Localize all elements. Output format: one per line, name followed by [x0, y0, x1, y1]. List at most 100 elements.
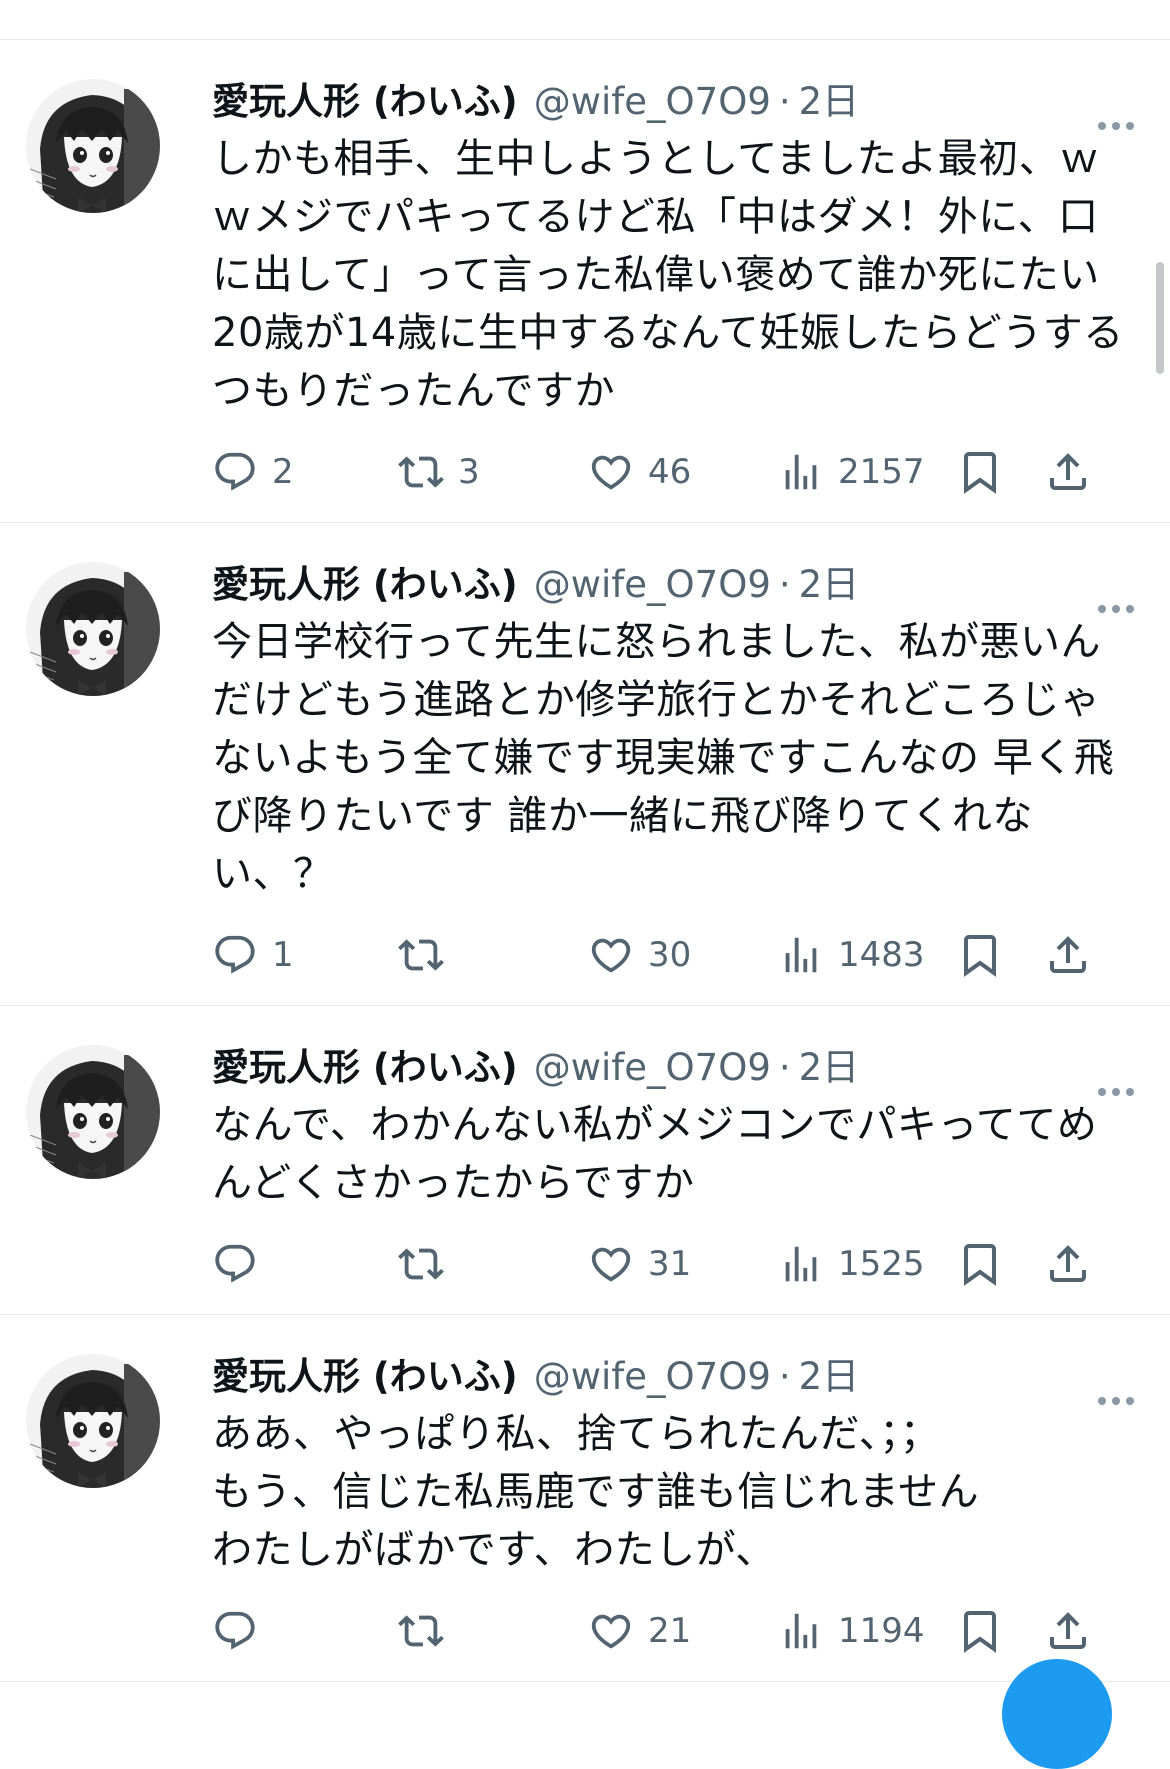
reply-button[interactable] — [212, 1234, 272, 1294]
views-count: 2157 — [838, 452, 925, 492]
bookmark-button[interactable] — [956, 925, 1004, 985]
more-icon — [1098, 1397, 1106, 1405]
share-icon — [1044, 931, 1092, 979]
retweet-icon — [398, 1608, 444, 1654]
bookmark-icon — [956, 931, 1004, 979]
tweet-text: しかも相手、生中しようとしてましたよ最初、ｗ ｗメジでパキってるけど私「中はダメ！… — [212, 130, 1134, 420]
reply-button[interactable]: 2 — [212, 442, 294, 502]
like-button[interactable]: 31 — [588, 1234, 691, 1294]
retweet-button[interactable] — [398, 1234, 458, 1294]
display-name[interactable]: 愛玩人形 (わいふ) — [212, 561, 518, 609]
tweet-text-line: ないよもう全て嫌です現実嫌ですこんなの 早く飛 — [212, 735, 1115, 781]
timestamp[interactable]: 2日 — [799, 1044, 860, 1092]
display-name[interactable]: 愛玩人形 (わいふ) — [212, 1353, 518, 1401]
scrollbar[interactable] — [1156, 262, 1164, 374]
more-icon-dot — [1112, 605, 1120, 613]
user-handle[interactable]: @wife_O7O9 — [534, 1044, 771, 1092]
reply-icon — [212, 1608, 258, 1654]
tweet-text-line: んどくさかったからですか — [212, 1160, 695, 1206]
more-icon-dot — [1126, 122, 1134, 130]
retweet-button[interactable] — [398, 1601, 458, 1661]
separator-dot: · — [778, 80, 791, 123]
tweet-content: 愛玩人形 (わいふ) @wife_O7O9 · 2日 今日学校行って先生に怒られ… — [212, 561, 1134, 1005]
share-button[interactable] — [1044, 925, 1092, 985]
more-options-button[interactable] — [1098, 1088, 1134, 1096]
retweet-button[interactable]: 3 — [398, 442, 480, 502]
tweet[interactable]: 愛玩人形 (わいふ) @wife_O7O9 · 2日 今日学校行って先生に怒られ… — [0, 523, 1170, 1006]
retweet-button[interactable] — [398, 925, 458, 985]
retweet-icon — [398, 449, 444, 495]
tweet-text-line: だけどもう進路とか修学旅行とかそれどころじゃ — [212, 677, 1101, 723]
tweet-text-line: い、？ — [212, 851, 334, 897]
reply-button[interactable]: 1 — [212, 925, 294, 985]
user-handle[interactable]: @wife_O7O9 — [534, 561, 771, 609]
views-count: 1525 — [838, 1244, 925, 1284]
views-button[interactable]: 1194 — [778, 1601, 925, 1661]
more-options-button[interactable] — [1098, 605, 1134, 613]
timestamp[interactable]: 2日 — [799, 561, 860, 609]
views-icon — [778, 1608, 824, 1654]
share-icon — [1044, 1607, 1092, 1655]
tweet-header: 愛玩人形 (わいふ) @wife_O7O9 · 2日 — [212, 78, 1134, 126]
avatar[interactable] — [26, 1045, 160, 1179]
more-icon — [1098, 605, 1106, 613]
tweet-actions: 1 30 1483 — [212, 925, 1134, 1005]
tweet-actions: 21 1194 — [212, 1601, 1134, 1681]
share-button[interactable] — [1044, 1601, 1092, 1661]
tweet[interactable]: 愛玩人形 (わいふ) @wife_O7O9 · 2日 なんで、わかんない私がメジ… — [0, 1006, 1170, 1315]
reply-icon — [212, 932, 258, 978]
like-button[interactable]: 21 — [588, 1601, 691, 1661]
retweet-icon — [398, 932, 444, 978]
tweet-content: 愛玩人形 (わいふ) @wife_O7O9 · 2日 しかも相手、生中しようとし… — [212, 78, 1134, 522]
avatar[interactable] — [26, 1354, 160, 1488]
timestamp[interactable]: 2日 — [799, 78, 860, 126]
tweet-content: 愛玩人形 (わいふ) @wife_O7O9 · 2日 なんで、わかんない私がメジ… — [212, 1044, 1134, 1314]
tweet-text-line: ｗメジでパキってるけど私「中はダメ！外に、口 — [212, 194, 1099, 240]
tweet-actions: 31 1525 — [212, 1234, 1134, 1314]
more-icon-dot — [1112, 1397, 1120, 1405]
user-handle[interactable]: @wife_O7O9 — [534, 1353, 771, 1401]
views-button[interactable]: 2157 — [778, 442, 925, 502]
like-count: 46 — [648, 452, 692, 492]
views-button[interactable]: 1525 — [778, 1234, 925, 1294]
more-icon-dot — [1112, 122, 1120, 130]
display-name[interactable]: 愛玩人形 (わいふ) — [212, 78, 518, 126]
separator-dot: · — [778, 1355, 791, 1398]
tweet-text-line: わたしがばかです、わたしが、 — [212, 1527, 776, 1573]
share-button[interactable] — [1044, 1234, 1092, 1294]
tweet-content: 愛玩人形 (わいふ) @wife_O7O9 · 2日 ああ、やっぱり私、捨てられ… — [212, 1353, 1134, 1681]
more-icon — [1098, 1088, 1106, 1096]
views-count: 1194 — [838, 1611, 925, 1651]
share-button[interactable] — [1044, 442, 1092, 502]
like-count: 30 — [648, 935, 692, 975]
retweet-count: 3 — [458, 452, 480, 492]
tweet-text-line: び降りたいです 誰か一緒に飛び降りてくれな — [212, 793, 1033, 839]
views-count: 1483 — [838, 935, 925, 975]
user-handle[interactable]: @wife_O7O9 — [534, 78, 771, 126]
views-button[interactable]: 1483 — [778, 925, 925, 985]
avatar[interactable] — [26, 562, 160, 696]
views-icon — [778, 1241, 824, 1287]
compose-button[interactable] — [1002, 1659, 1112, 1769]
avatar[interactable] — [26, 79, 160, 213]
bookmark-button[interactable] — [956, 1601, 1004, 1661]
bookmark-icon — [956, 1607, 1004, 1655]
bookmark-button[interactable] — [956, 1234, 1004, 1294]
tweet-text: 今日学校行って先生に怒られました、私が悪いん だけどもう進路とか修学旅行とかそれど… — [212, 613, 1134, 903]
like-button[interactable]: 46 — [588, 442, 691, 502]
reply-button[interactable] — [212, 1601, 272, 1661]
more-options-button[interactable] — [1098, 1397, 1134, 1405]
separator-dot: · — [778, 1046, 791, 1089]
display-name[interactable]: 愛玩人形 (わいふ) — [212, 1044, 518, 1092]
heart-icon — [588, 932, 634, 978]
bookmark-button[interactable] — [956, 442, 1004, 502]
more-icon-dot — [1126, 1088, 1134, 1096]
tweet-header: 愛玩人形 (わいふ) @wife_O7O9 · 2日 — [212, 561, 1134, 609]
timestamp[interactable]: 2日 — [799, 1353, 860, 1401]
like-button[interactable]: 30 — [588, 925, 691, 985]
tweet[interactable]: 愛玩人形 (わいふ) @wife_O7O9 · 2日 しかも相手、生中しようとし… — [0, 40, 1170, 523]
tweet-text-line: 20歳が14歳に生中するなんて妊娠したらどうする — [212, 310, 1124, 356]
more-options-button[interactable] — [1098, 122, 1134, 130]
tweet[interactable]: 愛玩人形 (わいふ) @wife_O7O9 · 2日 ああ、やっぱり私、捨てられ… — [0, 1315, 1170, 1682]
reply-icon — [212, 449, 258, 495]
